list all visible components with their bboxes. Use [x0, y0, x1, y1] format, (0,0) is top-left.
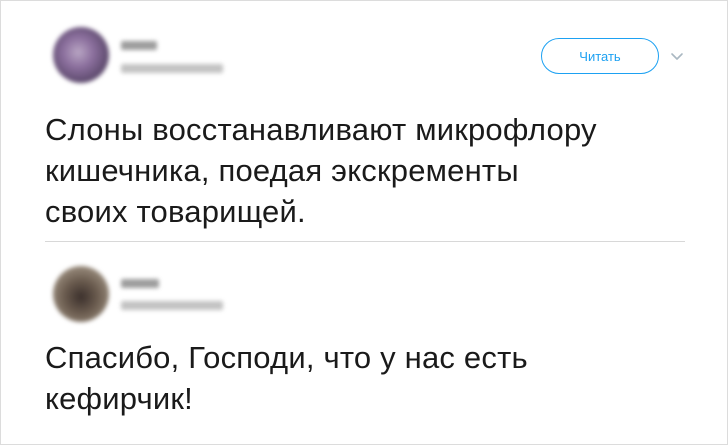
tweet-text: Спасибо, Господи, что у нас есть кефирчи… [45, 337, 685, 419]
chevron-down-icon[interactable] [668, 47, 686, 65]
username-blurred[interactable] [121, 301, 223, 310]
tweet-text-line: кефирчик! [45, 381, 193, 416]
tweet-text-line: Слоны восстанавливают микрофлору [45, 112, 597, 147]
tweet-text: Слоны восстанавливают микрофлору кишечни… [45, 109, 705, 232]
username-blurred[interactable] [121, 64, 223, 73]
divider [45, 241, 685, 242]
tweet-thread-card: Читать Слоны восстанавливают микрофлору … [0, 0, 728, 445]
follow-button[interactable]: Читать [541, 38, 659, 74]
tweet-text-line: кишечника, поедая экскременты [45, 153, 519, 188]
display-name-blurred[interactable] [121, 41, 157, 50]
avatar[interactable] [53, 266, 109, 322]
display-name-blurred[interactable] [121, 279, 159, 288]
tweet-text-line: Спасибо, Господи, что у нас есть [45, 340, 528, 375]
avatar[interactable] [53, 27, 109, 83]
tweet-text-line: своих товарищей. [45, 194, 306, 229]
